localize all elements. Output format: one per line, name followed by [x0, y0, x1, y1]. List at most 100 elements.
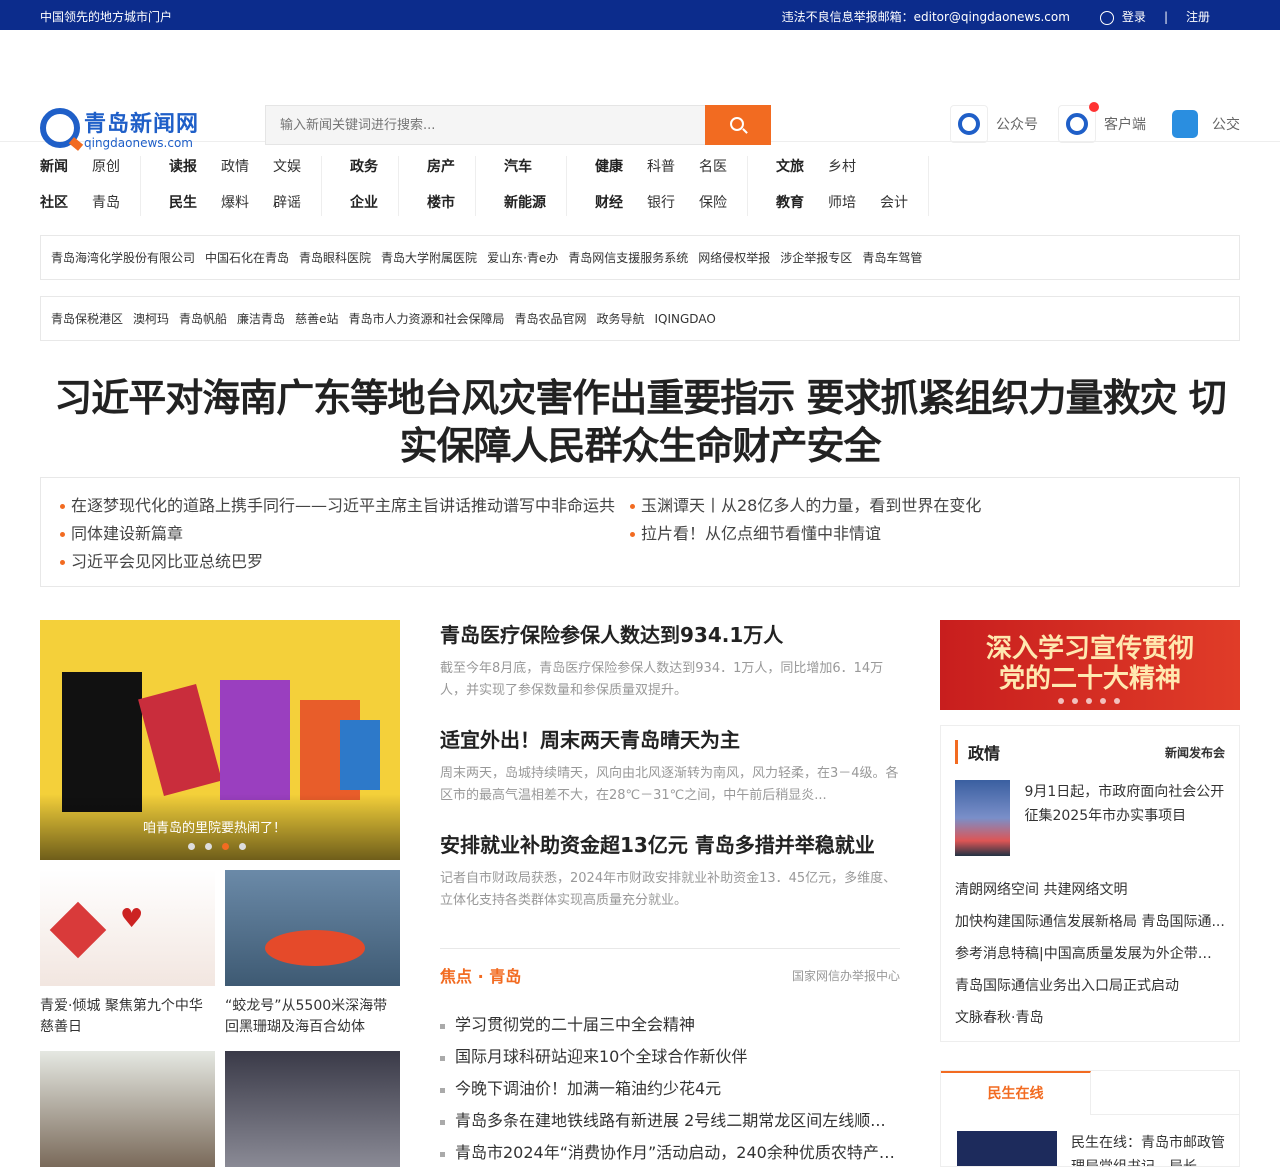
- wechat-link[interactable]: 公众号: [950, 105, 1038, 143]
- nav-link[interactable]: 文旅: [776, 156, 804, 175]
- politics-item[interactable]: 青岛国际通信业务出入口局正式启动: [955, 970, 1225, 1002]
- partner-link[interactable]: 青岛保税港区: [51, 310, 123, 327]
- nav-link[interactable]: 政务: [350, 156, 378, 175]
- sub-news-item-cont[interactable]: 同体建设新篇章: [59, 520, 183, 548]
- headline-line-1[interactable]: 习近平对海南广东等地台风灾害作出重要指示 要求抓紧组织力量救灾 切: [40, 374, 1240, 422]
- nav-link[interactable]: 读报: [169, 156, 197, 175]
- livelihood-text[interactable]: 民生在线：青岛市邮政管理局党组书记、局长: [1071, 1131, 1231, 1166]
- tab-livelihood[interactable]: 民生在线: [941, 1071, 1091, 1115]
- nav-link[interactable]: 银行: [647, 192, 675, 211]
- report-email[interactable]: 违法不良信息举报邮箱：editor@qingdaonews.com: [782, 8, 1070, 25]
- nav-link[interactable]: 保险: [699, 192, 727, 211]
- nav-link[interactable]: 爆料: [221, 192, 249, 211]
- photo-caption[interactable]: “蛟龙号”从5500米深海带回黑珊瑚及海百合幼体: [225, 996, 400, 1038]
- focus-item[interactable]: 青岛多条在建地铁线路有新进展 2号线二期常龙区间左线顺...: [440, 1105, 900, 1137]
- sub-news-item[interactable]: 玉渊谭天丨从28亿多人的力量，看到世界在变化: [629, 492, 981, 520]
- nav-link[interactable]: 汽车: [504, 156, 532, 175]
- partner-link[interactable]: 爱山东·青e办: [487, 249, 558, 266]
- client-link[interactable]: 客户端: [1058, 102, 1146, 143]
- sub-news-item[interactable]: 习近平会见冈比亚总统巴罗: [59, 548, 263, 576]
- nav-link[interactable]: 财经: [595, 192, 623, 211]
- nav-link[interactable]: 民生: [169, 192, 197, 211]
- story-title[interactable]: 青岛医疗保险参保人数达到934.1万人: [440, 620, 900, 650]
- slider-dot-active[interactable]: [222, 843, 229, 850]
- partner-link[interactable]: 廉洁青岛: [237, 310, 285, 327]
- press-conference-link[interactable]: 新闻发布会: [1165, 744, 1225, 761]
- partner-link[interactable]: 青岛大学附属医院: [381, 249, 477, 266]
- politics-item[interactable]: 清朗网络空间 共建网络文明: [955, 874, 1225, 906]
- nav-link[interactable]: 名医: [699, 156, 727, 175]
- nav-link[interactable]: 房产: [427, 156, 455, 175]
- photo-card[interactable]: [40, 1051, 215, 1167]
- focus-list: 学习贯彻党的二十届三中全会精神 国际月球科研站迎来10个全球合作新伙伴 今晚下调油价…: [440, 1009, 900, 1169]
- register-link[interactable]: 注册: [1186, 8, 1210, 25]
- site-logo[interactable]: 青岛新闻网 qingdaonews.com: [40, 106, 199, 150]
- partner-link[interactable]: 青岛海湾化学股份有限公司: [51, 249, 195, 266]
- focus-source[interactable]: 国家网信办举报中心: [792, 967, 900, 984]
- slider-dot[interactable]: [239, 843, 246, 850]
- divider: |: [1163, 9, 1168, 24]
- politics-title[interactable]: 政情: [968, 740, 1000, 764]
- photo-card[interactable]: “蛟龙号”从5500米深海带回黑珊瑚及海百合幼体: [225, 870, 400, 1038]
- wechat-logo-icon: [950, 105, 988, 143]
- slider-dot[interactable]: [188, 843, 195, 850]
- sub-news-item[interactable]: 拉片看！从亿点细节看懂中非情谊: [629, 520, 881, 548]
- photo-card[interactable]: ♥ 青爱·倾城 聚焦第九个中华慈善日: [40, 870, 215, 1038]
- nav-link[interactable]: 辟谣: [273, 192, 301, 211]
- nav-group: 汽车 新能源: [504, 156, 567, 216]
- partner-link[interactable]: 青岛农品官网: [514, 310, 586, 327]
- headline[interactable]: 习近平对海南广东等地台风灾害作出重要指示 要求抓紧组织力量救灾 切 实保障人民群…: [40, 374, 1240, 470]
- politics-feature-text[interactable]: 9月1日起，市政府面向社会公开征集2025年市办实事项目: [1024, 780, 1225, 856]
- headline-line-2[interactable]: 实保障人民群众生命财产安全: [40, 422, 1240, 470]
- bus-link[interactable]: 公交: [1166, 105, 1240, 143]
- nav-link[interactable]: 政情: [221, 156, 249, 175]
- partner-link[interactable]: 中国石化在青岛: [205, 249, 289, 266]
- focus-item[interactable]: 今晚下调油价！加满一箱油约少花4元: [440, 1073, 900, 1105]
- party-banner[interactable]: 深入学习宣传贯彻 党的二十大精神: [940, 620, 1240, 710]
- focus-item[interactable]: 青岛市2024年“消费协作月”活动启动，240余种优质农特产品...: [440, 1137, 900, 1169]
- search-input[interactable]: [265, 105, 705, 145]
- partner-link[interactable]: 澳柯玛: [133, 310, 169, 327]
- nav-link[interactable]: 社区: [40, 192, 68, 211]
- nav-link[interactable]: 新闻: [40, 156, 68, 175]
- nav-link[interactable]: 文娱: [273, 156, 301, 175]
- partner-link[interactable]: 青岛眼科医院: [299, 249, 371, 266]
- nav-link[interactable]: 会计: [880, 192, 908, 211]
- story-title[interactable]: 适宜外出！周末两天青岛晴天为主: [440, 725, 900, 755]
- photo-slider[interactable]: 咱青岛的里院要热闹了！: [40, 620, 400, 860]
- partner-link[interactable]: 慈善e站: [295, 310, 338, 327]
- slider-dot[interactable]: [205, 843, 212, 850]
- nav-link[interactable]: 青岛: [92, 192, 120, 211]
- nav-link[interactable]: 原创: [92, 156, 120, 175]
- search-button[interactable]: [705, 105, 771, 145]
- partner-link[interactable]: 政务导航: [596, 310, 644, 327]
- focus-title[interactable]: 焦点 · 青岛: [440, 963, 521, 987]
- photo-card[interactable]: [225, 1051, 400, 1167]
- partner-link[interactable]: 青岛帆船: [179, 310, 227, 327]
- nav-link[interactable]: 企业: [350, 192, 378, 211]
- story-title[interactable]: 安排就业补助资金超13亿元 青岛多措并举稳就业: [440, 830, 900, 860]
- nav-link[interactable]: 乡村: [828, 156, 856, 175]
- politics-item[interactable]: 文脉春秋·青岛: [955, 1002, 1225, 1034]
- focus-item[interactable]: 学习贯彻党的二十届三中全会精神: [440, 1009, 900, 1041]
- slide-caption[interactable]: 咱青岛的里院要热闹了！: [143, 817, 286, 836]
- photo-caption[interactable]: 青爱·倾城 聚焦第九个中华慈善日: [40, 996, 215, 1038]
- login-link[interactable]: 登录: [1122, 8, 1146, 25]
- nav-link[interactable]: 师培: [828, 192, 856, 211]
- nav-link[interactable]: 新能源: [504, 192, 546, 211]
- focus-item[interactable]: 国际月球科研站迎来10个全球合作新伙伴: [440, 1041, 900, 1073]
- nav-link[interactable]: 楼市: [427, 192, 455, 211]
- politics-item[interactable]: 参考消息特稿|中国高质量发展为外企带来...: [955, 938, 1225, 970]
- politics-item[interactable]: 加快构建国际通信发展新格局 青岛国际通...: [955, 906, 1225, 938]
- nav-link[interactable]: 教育: [776, 192, 804, 211]
- politics-feature[interactable]: 9月1日起，市政府面向社会公开征集2025年市办实事项目: [955, 780, 1225, 856]
- partner-link[interactable]: IQINGDAO: [655, 312, 716, 326]
- nav-link[interactable]: 科普: [647, 156, 675, 175]
- partner-link[interactable]: 涉企举报专区: [780, 249, 852, 266]
- nav-link[interactable]: 健康: [595, 156, 623, 175]
- partner-link[interactable]: 网络侵权举报: [698, 249, 770, 266]
- partner-link[interactable]: 青岛车驾管: [862, 249, 922, 266]
- partner-link[interactable]: 青岛市人力资源和社会保障局: [348, 310, 504, 327]
- sub-news-item[interactable]: 在逐梦现代化的道路上携手同行——习近平主席主旨讲话推动谱写中非命运共: [59, 492, 615, 520]
- partner-link[interactable]: 青岛网信支援服务系统: [568, 249, 688, 266]
